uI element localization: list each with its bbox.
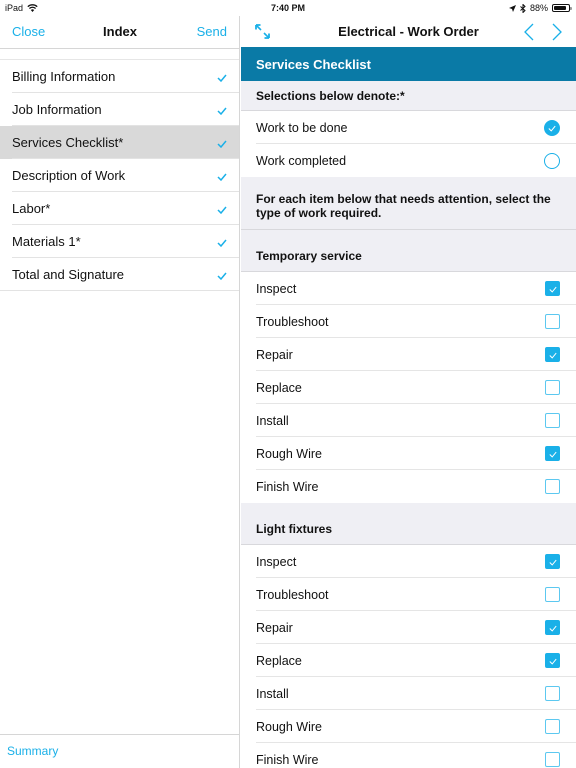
- checklist-item-label: Install: [256, 686, 289, 701]
- main-navbar: Electrical - Work Order: [241, 16, 576, 47]
- index-item[interactable]: Description of Work: [0, 159, 239, 192]
- checkbox-unchecked[interactable]: [545, 719, 560, 734]
- group-header: Temporary service: [241, 230, 576, 272]
- radio-selected-icon[interactable]: [544, 120, 560, 136]
- index-sidebar: Close Index Send Billing Information Job …: [0, 16, 240, 768]
- checkmark-icon: [217, 136, 227, 149]
- checklist-item[interactable]: Finish Wire: [241, 470, 576, 503]
- checkbox-unchecked[interactable]: [545, 380, 560, 395]
- checkmark-icon: [217, 103, 227, 116]
- checkbox-checked[interactable]: [545, 620, 560, 635]
- checklist-item-label: Replace: [256, 653, 302, 668]
- selection-options: Work to be done Work completed: [241, 111, 576, 177]
- checklist-item[interactable]: Rough Wire: [241, 710, 576, 743]
- index-item-label: Total and Signature: [12, 267, 125, 282]
- selection-option-row[interactable]: Work completed: [241, 144, 576, 177]
- checklist-item-label: Inspect: [256, 281, 297, 296]
- checkbox-checked[interactable]: [545, 554, 560, 569]
- checklist-item-label: Repair: [256, 347, 293, 362]
- checklist-item-label: Replace: [256, 380, 302, 395]
- checkbox-unchecked[interactable]: [545, 752, 560, 767]
- checkbox-unchecked[interactable]: [545, 686, 560, 701]
- checklist-item[interactable]: Replace: [241, 371, 576, 404]
- index-item[interactable]: Job Information: [0, 93, 239, 126]
- checklist-item-label: Troubleshoot: [256, 587, 329, 602]
- checkmark-icon: [217, 202, 227, 215]
- selection-option-label: Work to be done: [256, 120, 348, 135]
- status-bar: iPad 7:40 PM 88%: [0, 0, 576, 16]
- checkmark-icon: [217, 235, 227, 248]
- checkbox-checked[interactable]: [545, 347, 560, 362]
- index-item[interactable]: Billing Information: [0, 60, 239, 93]
- sidebar-footer: Summary: [0, 734, 239, 768]
- clock: 7:40 PM: [270, 3, 305, 13]
- checkbox-unchecked[interactable]: [545, 479, 560, 494]
- previous-chevron-icon[interactable]: [523, 23, 535, 41]
- battery-percent: 88%: [529, 3, 548, 13]
- index-item[interactable]: Services Checklist*: [0, 126, 239, 159]
- checklist-item[interactable]: Troubleshoot: [241, 578, 576, 611]
- checklist-item[interactable]: Install: [241, 677, 576, 710]
- checklist-item[interactable]: Inspect: [241, 272, 576, 305]
- summary-button[interactable]: Summary: [7, 744, 58, 758]
- checklist-item-label: Finish Wire: [256, 479, 319, 494]
- checklist-item[interactable]: Inspect: [241, 545, 576, 578]
- checklist-groups: Temporary service Inspect Troubleshoot Repa…: [241, 230, 576, 768]
- checklist-item-label: Repair: [256, 620, 293, 635]
- checklist-item-label: Troubleshoot: [256, 314, 329, 329]
- checkbox-checked[interactable]: [545, 446, 560, 461]
- checkbox-checked[interactable]: [545, 653, 560, 668]
- checkbox-unchecked[interactable]: [545, 413, 560, 428]
- checkbox-unchecked[interactable]: [545, 314, 560, 329]
- form-panel: Electrical - Work Order Services Checkli…: [241, 16, 576, 768]
- bluetooth-icon: [520, 3, 526, 13]
- checkbox-checked[interactable]: [545, 281, 560, 296]
- battery-fill: [554, 6, 567, 10]
- index-item-label: Description of Work: [12, 168, 126, 183]
- section-banner: Services Checklist: [241, 47, 576, 81]
- index-item[interactable]: Labor*: [0, 192, 239, 225]
- checkmark-icon: [217, 268, 227, 281]
- index-item[interactable]: Total and Signature: [0, 258, 239, 291]
- battery-icon: [552, 4, 572, 12]
- selections-header: Selections below denote:*: [241, 81, 576, 111]
- index-item-label: Materials 1*: [12, 234, 81, 249]
- checklist-item[interactable]: Install: [241, 404, 576, 437]
- instructions-text: For each item below that needs attention…: [241, 177, 576, 230]
- selection-option-row[interactable]: Work to be done: [241, 111, 576, 144]
- checklist-item[interactable]: Replace: [241, 644, 576, 677]
- checklist-item[interactable]: Finish Wire: [241, 743, 576, 768]
- checklist-item-label: Inspect: [256, 554, 297, 569]
- index-item[interactable]: Materials 1*: [0, 225, 239, 258]
- checklist-item[interactable]: Troubleshoot: [241, 305, 576, 338]
- checklist-item-label: Rough Wire: [256, 719, 322, 734]
- index-item-label: Labor*: [12, 201, 51, 216]
- checklist-item[interactable]: Repair: [241, 338, 576, 371]
- checkbox-unchecked[interactable]: [545, 587, 560, 602]
- send-button[interactable]: Send: [197, 24, 227, 39]
- checkmark-icon: [217, 169, 227, 182]
- checkmark-icon: [217, 70, 227, 83]
- checklist-item-label: Rough Wire: [256, 446, 322, 461]
- index-item-label: Billing Information: [12, 69, 116, 84]
- index-item-label: Services Checklist*: [12, 135, 124, 150]
- checklist-item-label: Finish Wire: [256, 752, 319, 767]
- radio-unselected-icon[interactable]: [544, 153, 560, 169]
- location-icon: [508, 4, 516, 12]
- checklist-item[interactable]: Repair: [241, 611, 576, 644]
- selection-option-label: Work completed: [256, 153, 347, 168]
- sidebar-navbar: Close Index Send: [0, 16, 239, 49]
- checklist-item-label: Install: [256, 413, 289, 428]
- group-header: Light fixtures: [241, 503, 576, 545]
- index-item-label: Job Information: [12, 102, 102, 117]
- index-list: Billing Information Job Information Servic…: [0, 59, 239, 291]
- next-chevron-icon[interactable]: [551, 23, 563, 41]
- checklist-item[interactable]: Rough Wire: [241, 437, 576, 470]
